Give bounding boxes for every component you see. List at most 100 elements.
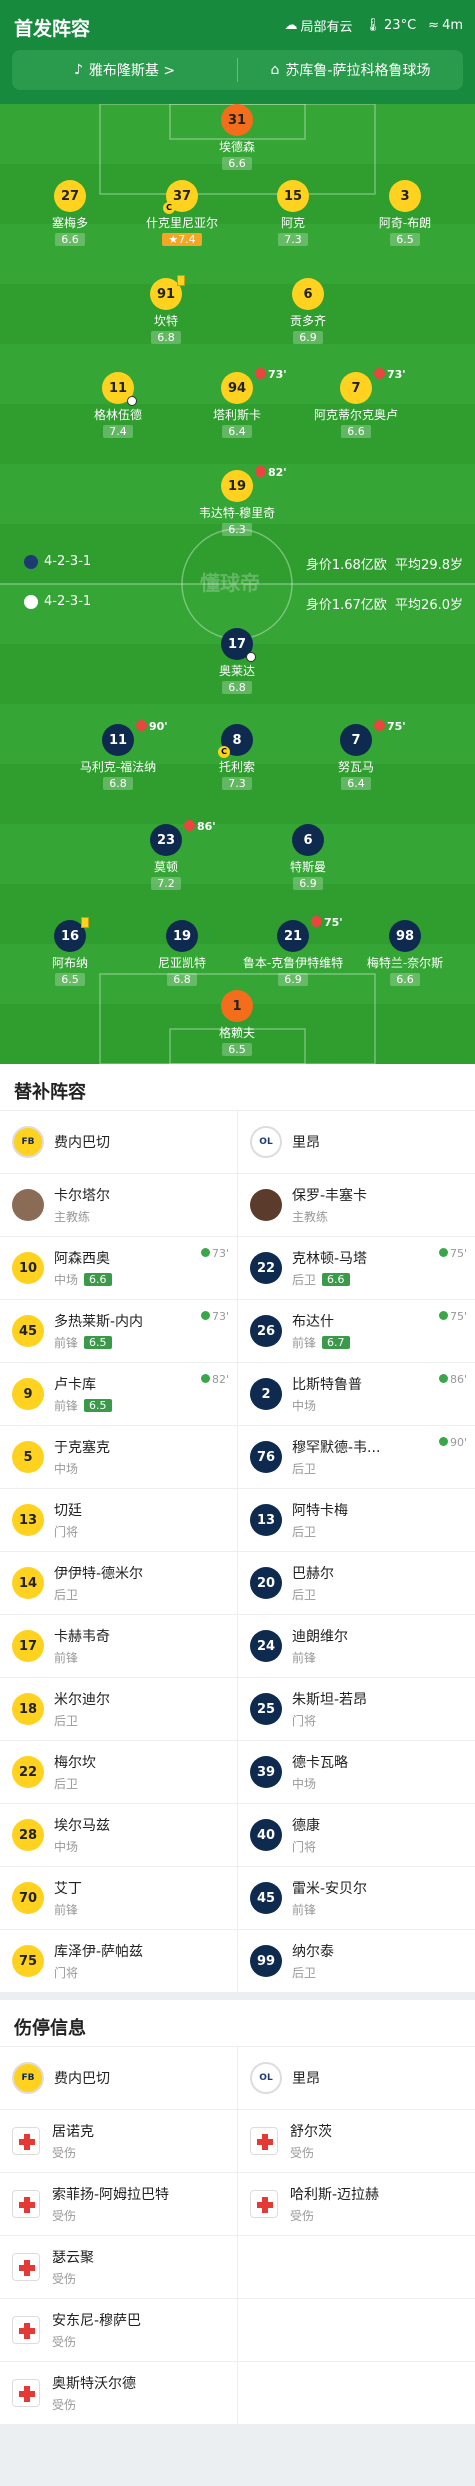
pitch-player[interactable]: 91 坎特 6.8 bbox=[111, 275, 221, 344]
pitch-player[interactable]: 6 贡多齐 6.9 bbox=[253, 278, 363, 344]
substitute-player[interactable]: 24 迪朗维尔 前锋 bbox=[237, 1615, 475, 1677]
substitute-player[interactable]: 9 卢卡库 前锋 6.5 82' bbox=[0, 1363, 237, 1425]
substitute-player[interactable]: 20 巴赫尔 后卫 bbox=[237, 1552, 475, 1614]
player-position: 中场 bbox=[54, 1460, 110, 1477]
pitch-player[interactable]: 1 格赖夫 6.5 bbox=[182, 990, 292, 1056]
substitute-player[interactable]: 13 切廷 门将 bbox=[0, 1489, 237, 1551]
sub-out-time: 73' bbox=[255, 368, 287, 381]
home-formation: 4-2-3-1 bbox=[24, 554, 91, 569]
substitute-player[interactable]: 26 布达什 前锋 6.7 75' bbox=[237, 1300, 475, 1362]
player-position: 中场 bbox=[292, 1775, 348, 1792]
pitch-player[interactable]: 21 75' 鲁本-克鲁伊特维特 6.9 bbox=[238, 916, 348, 986]
injury-status: 受伤 bbox=[52, 2209, 77, 2223]
player-position: 门将 bbox=[54, 1523, 82, 1540]
substitute-player[interactable]: 75 库泽伊-萨帕兹 门将 bbox=[0, 1930, 237, 1992]
substitute-player[interactable]: 76 穆罕默德-韦... 后卫 90' bbox=[237, 1426, 475, 1488]
player-name: 迪朗维尔 bbox=[292, 1629, 348, 1645]
pitch-player[interactable]: 6 特斯曼 6.9 bbox=[253, 824, 363, 890]
pitch-player[interactable]: 7 75' 努瓦马 6.4 bbox=[301, 720, 411, 790]
pitch-player[interactable]: 19 82' 韦达特-穆里奇 6.3 bbox=[182, 466, 292, 536]
player-name: 居诺克 bbox=[52, 2124, 94, 2140]
home-team[interactable]: FB 费内巴切 bbox=[0, 2047, 237, 2109]
injured-player[interactable]: 居诺克 受伤 bbox=[0, 2110, 237, 2172]
injured-player[interactable]: 瑟云聚 受伤 bbox=[0, 2236, 237, 2298]
away-team[interactable]: OL 里昂 bbox=[237, 2047, 475, 2109]
player-name: 德卡瓦略 bbox=[292, 1755, 348, 1771]
pitch-player[interactable]: 37 C 什克里尼亚尔 ★7.4 bbox=[127, 180, 237, 246]
pitch-player[interactable]: 7 73' 阿克蒂尔克奥卢 6.6 bbox=[301, 368, 411, 438]
rating-badge: 6.6 bbox=[84, 1273, 112, 1286]
sub-out-time: 75' bbox=[311, 916, 343, 929]
sub-in-time: 73' bbox=[201, 1310, 229, 1323]
away-crest-icon bbox=[24, 594, 38, 609]
substitute-player[interactable]: 5 于克塞克 中场 bbox=[0, 1426, 237, 1488]
injury-panel: FB 费内巴切 OL 里昂 居诺克 受伤 舒尔茨 受伤 索菲扬-阿姆拉巴特 受伤 哈利斯-迈拉赫… bbox=[0, 2046, 475, 2424]
substitute-player[interactable]: 39 德卡瓦略 中场 bbox=[237, 1741, 475, 1803]
position-label: 中场 bbox=[292, 1399, 317, 1413]
away-team[interactable]: OL 里昂 bbox=[237, 1111, 475, 1173]
substitute-player[interactable]: 22 梅尔坎 后卫 bbox=[0, 1741, 237, 1803]
sub-in-time: 75' bbox=[439, 1310, 467, 1323]
medical-cross-icon bbox=[12, 2379, 40, 2407]
substitute-player[interactable]: 10 阿森西奥 中场 6.6 73' bbox=[0, 1237, 237, 1299]
referee-link[interactable]: ♪ 雅布隆斯基 > bbox=[12, 50, 237, 90]
player-name: 埃尔马兹 bbox=[54, 1818, 110, 1834]
sub-out-time: 90' bbox=[136, 720, 168, 733]
pitch-player[interactable]: 11 90' 马利克-福法纳 6.8 bbox=[63, 720, 173, 790]
player-name: 于克塞克 bbox=[54, 1440, 110, 1456]
home-team[interactable]: FB 费内巴切 bbox=[0, 1111, 237, 1173]
substitute-player[interactable]: 25 朱斯坦-若昂 门将 bbox=[237, 1678, 475, 1740]
injured-player[interactable]: 索菲扬-阿姆拉巴特 受伤 bbox=[0, 2173, 237, 2235]
pitch-player[interactable]: 98 梅特兰-奈尔斯 6.6 bbox=[350, 920, 460, 986]
injury-row: 索菲扬-阿姆拉巴特 受伤 哈利斯-迈拉赫 受伤 bbox=[0, 2172, 475, 2235]
injured-player[interactable]: 奥斯特沃尔德 受伤 bbox=[0, 2362, 237, 2424]
substitute-player[interactable]: 99 纳尔泰 后卫 bbox=[237, 1930, 475, 1992]
home-coach[interactable]: 卡尔塔尔 主教练 bbox=[0, 1174, 237, 1236]
match-info-bar: ♪ 雅布隆斯基 > ⌂ 苏库鲁-萨拉科格鲁球场 bbox=[12, 50, 463, 90]
player-name: 阿特卡梅 bbox=[292, 1503, 348, 1519]
best-rating: ★7.4 bbox=[162, 233, 202, 246]
pitch-player[interactable]: 17 奥莱达 6.8 bbox=[182, 628, 292, 694]
pitch-player[interactable]: 8 C 托利索 7.3 bbox=[182, 724, 292, 790]
jersey-number: 2 bbox=[250, 1378, 282, 1410]
player-position: 门将 bbox=[292, 1712, 367, 1729]
player-name: 德康 bbox=[292, 1818, 320, 1834]
pitch-player[interactable]: 16 阿布纳 6.5 bbox=[15, 917, 125, 986]
subs-section-title: 替补阵容 bbox=[0, 1064, 475, 1110]
substitute-player[interactable]: 14 伊伊特-德米尔 后卫 bbox=[0, 1552, 237, 1614]
pitch: 懂球帝 4-2-3-1 身价1.68亿欧 平均29.8岁 4-2-3-1 身价1… bbox=[0, 104, 475, 1064]
pitch-player[interactable]: 3 阿奇-布朗 6.5 bbox=[350, 180, 460, 246]
injured-player[interactable]: 哈利斯-迈拉赫 受伤 bbox=[237, 2173, 475, 2235]
jersey-number: 25 bbox=[250, 1693, 282, 1725]
away-coach[interactable]: 保罗-丰塞卡 主教练 bbox=[237, 1174, 475, 1236]
coach-row: 卡尔塔尔 主教练 保罗-丰塞卡 主教练 bbox=[0, 1173, 475, 1236]
substitute-player[interactable]: 22 克林顿-马塔 后卫 6.6 75' bbox=[237, 1237, 475, 1299]
substitute-player[interactable]: 45 雷米-安贝尔 前锋 bbox=[237, 1867, 475, 1929]
pitch-player[interactable]: 31 埃德森 6.6 bbox=[182, 104, 292, 170]
substitute-player[interactable]: 28 埃尔马兹 中场 bbox=[0, 1804, 237, 1866]
injured-player[interactable]: 舒尔茨 受伤 bbox=[237, 2110, 475, 2172]
jersey-number: 26 bbox=[250, 1315, 282, 1347]
substitute-player[interactable]: 2 比斯特鲁普 中场 86' bbox=[237, 1363, 475, 1425]
pitch-player[interactable]: 94 73' 塔利斯卡 6.4 bbox=[182, 368, 292, 438]
pitch-player[interactable]: 15 阿克 7.3 bbox=[238, 180, 348, 246]
substitute-player[interactable]: 40 德康 门将 bbox=[237, 1804, 475, 1866]
substitute-player[interactable]: 13 阿特卡梅 后卫 bbox=[237, 1489, 475, 1551]
pitch-player[interactable]: 19 尼亚凯特 6.8 bbox=[127, 920, 237, 986]
substitute-player[interactable]: 70 艾丁 前锋 bbox=[0, 1867, 237, 1929]
player-position: 中场 bbox=[54, 1838, 110, 1855]
pitch-player[interactable]: 27 塞梅多 6.6 bbox=[15, 180, 125, 246]
injured-player bbox=[237, 2236, 475, 2298]
substitute-player[interactable]: 18 米尔迪尔 后卫 bbox=[0, 1678, 237, 1740]
substitute-player[interactable]: 45 多热莱斯-内内 前锋 6.5 73' bbox=[0, 1300, 237, 1362]
injured-player[interactable]: 安东尼-穆萨巴 受伤 bbox=[0, 2299, 237, 2361]
player-name: 卡赫韦奇 bbox=[54, 1629, 110, 1645]
position-label: 前锋 bbox=[292, 1903, 317, 1917]
rating-badge: 6.5 bbox=[84, 1336, 112, 1349]
substitute-player[interactable]: 17 卡赫韦奇 前锋 bbox=[0, 1615, 237, 1677]
position-label: 后卫 bbox=[292, 1462, 317, 1476]
player-name: 比斯特鲁普 bbox=[292, 1377, 362, 1393]
pitch-player[interactable]: 23 86' 莫顿 7.2 bbox=[111, 820, 221, 890]
pitch-player[interactable]: 11 格林伍德 7.4 bbox=[63, 372, 173, 438]
player-name: 瑟云聚 bbox=[52, 2250, 94, 2266]
